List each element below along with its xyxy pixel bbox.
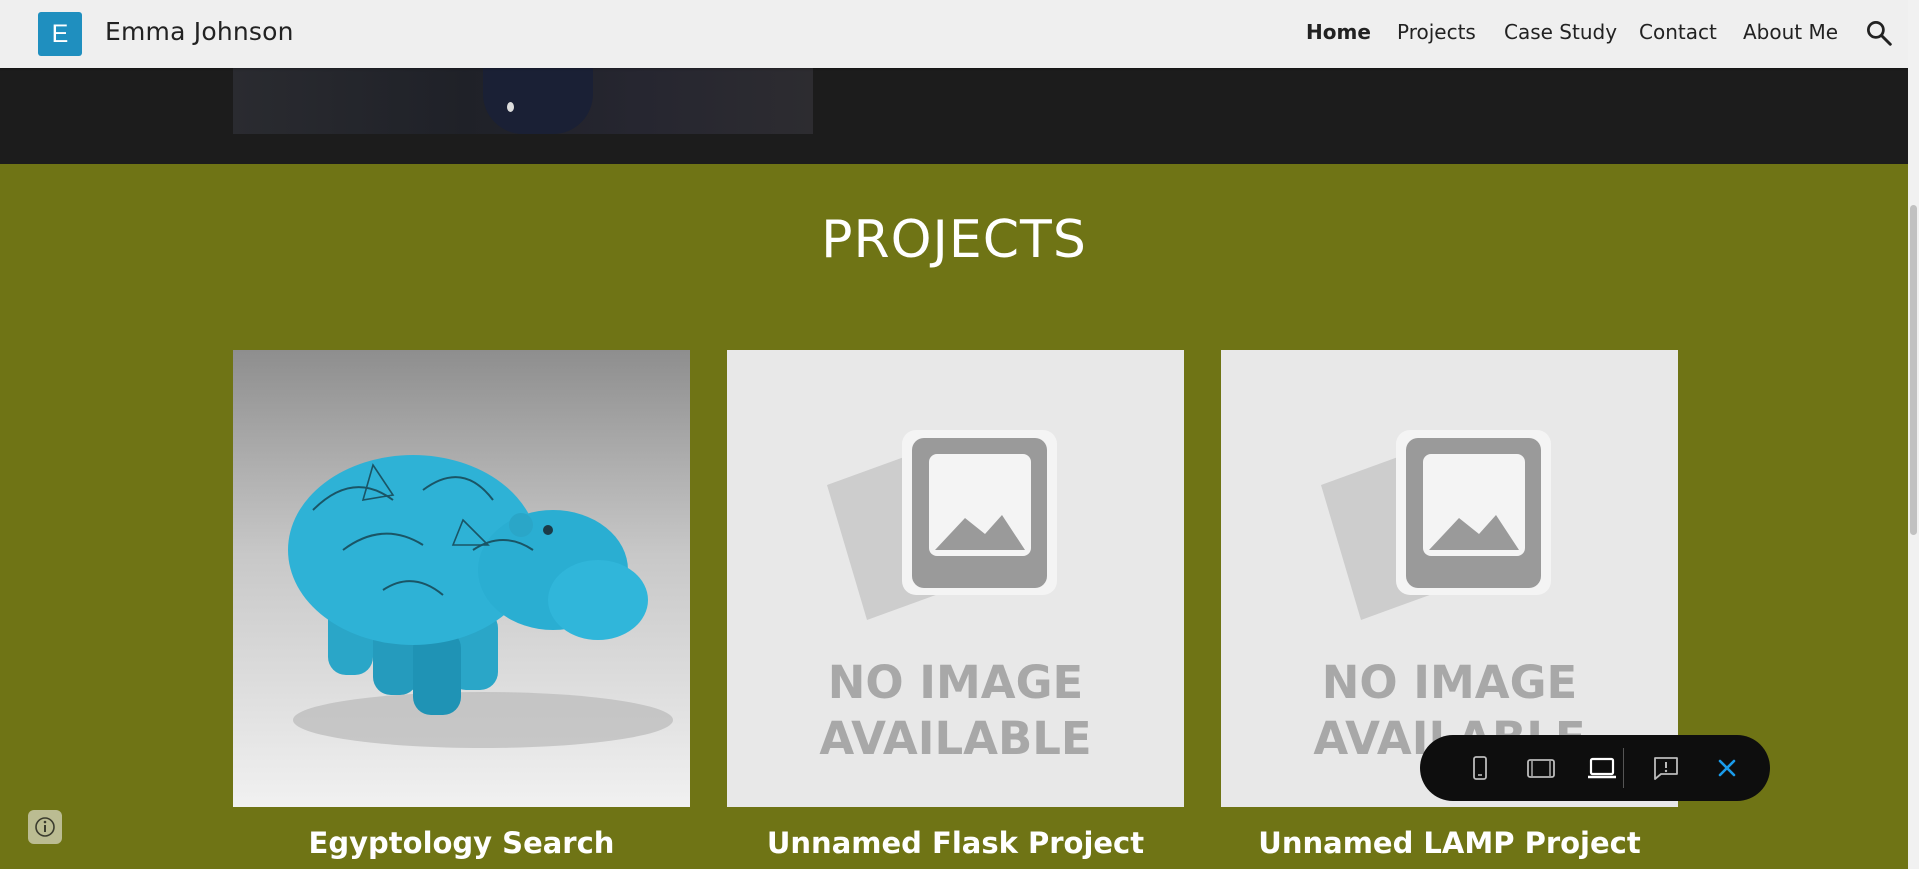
nav-contact[interactable]: Contact <box>1639 20 1717 44</box>
feedback-button[interactable] <box>1648 750 1684 786</box>
close-icon <box>1718 759 1736 777</box>
project-title-flask[interactable]: Unnamed Flask Project <box>727 826 1184 860</box>
search-button[interactable] <box>1864 18 1894 48</box>
laptop-view-button[interactable] <box>1584 750 1620 786</box>
scrollbar-thumb[interactable] <box>1910 205 1917 535</box>
hero-photo-figure <box>483 68 593 134</box>
site-title[interactable]: Emma Johnson <box>105 17 294 46</box>
close-preview-button[interactable] <box>1709 750 1745 786</box>
section-title: PROJECTS <box>821 210 1087 270</box>
vertical-scrollbar[interactable] <box>1908 0 1919 869</box>
project-title-lamp[interactable]: Unnamed LAMP Project <box>1221 826 1678 860</box>
nav-projects[interactable]: Projects <box>1397 20 1476 44</box>
laptop-view-icon <box>1588 757 1616 779</box>
phone-view-button[interactable] <box>1462 750 1498 786</box>
site-page: E Emma Johnson Home Projects Case Study … <box>0 0 1908 869</box>
info-icon <box>35 817 55 837</box>
tablet-view-button[interactable] <box>1523 750 1559 786</box>
project-image-egyptology[interactable] <box>233 350 690 807</box>
site-logo[interactable]: E <box>38 12 82 56</box>
preview-toolbar <box>1420 735 1770 801</box>
site-info-button[interactable] <box>28 810 62 844</box>
search-icon <box>1867 21 1892 46</box>
hippo-figurine-image <box>288 455 673 748</box>
site-header: E Emma Johnson Home Projects Case Study … <box>0 0 1908 68</box>
nav-case-study[interactable]: Case Study <box>1504 20 1617 44</box>
tablet-view-icon <box>1527 759 1555 778</box>
feedback-icon <box>1654 757 1678 780</box>
project-title-egyptology[interactable]: Egyptology Search <box>233 826 690 860</box>
hero-photo-detail <box>507 102 514 112</box>
project-image-flask[interactable]: NO IMAGE AVAILABLE <box>727 350 1184 807</box>
no-image-text: NO IMAGE AVAILABLE <box>819 656 1092 765</box>
toolbar-divider <box>1623 748 1624 788</box>
phone-view-icon <box>1473 756 1487 780</box>
nav-about-me[interactable]: About Me <box>1743 20 1838 44</box>
hero-photo <box>233 68 813 134</box>
nav-home[interactable]: Home <box>1306 20 1371 44</box>
